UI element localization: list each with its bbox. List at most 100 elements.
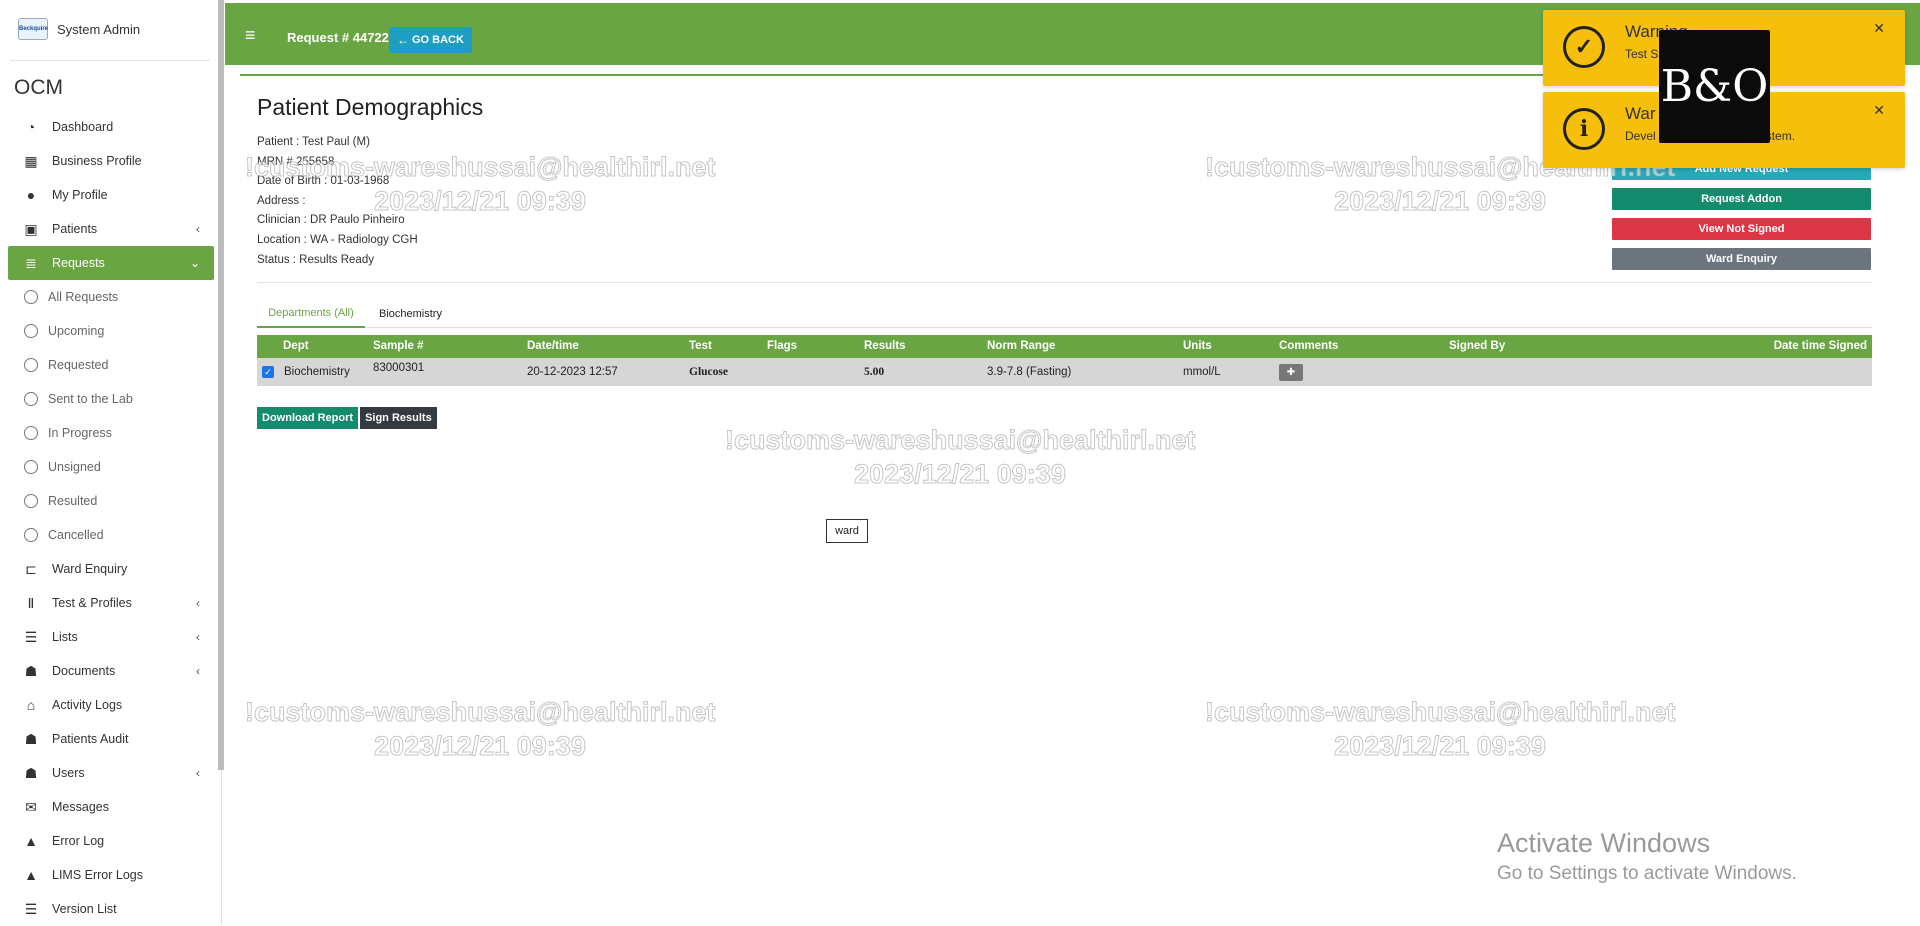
patient-mrn: MRN # 255658 — [257, 155, 335, 168]
user-block[interactable]: Beckquire System Admin — [18, 18, 140, 40]
sidebar-item-ward-enquiry[interactable]: ⊏ Ward Enquiry — [8, 552, 214, 586]
subitem-label: Resulted — [48, 494, 98, 508]
go-back-button[interactable]: ← GO BACK — [389, 27, 472, 53]
user-name: System Admin — [57, 21, 141, 37]
sign-results-button[interactable]: Sign Results — [360, 407, 437, 429]
tab-departments-all[interactable]: Departments (All) — [257, 300, 365, 328]
close-icon[interactable]: ✕ — [1873, 20, 1885, 37]
arrow-left-icon: ← — [397, 33, 409, 47]
chevron-left-icon: ‹ — [196, 596, 200, 610]
sidebar-item-label: Lists — [52, 630, 78, 644]
col-comments[interactable]: Comments — [1279, 335, 1338, 358]
subitem-label: In Progress — [48, 426, 112, 440]
sidebar-item-label: Patients Audit — [52, 732, 129, 746]
test-tubes-icon: Ⅱ — [27, 594, 35, 611]
sidebar-divider — [10, 60, 210, 61]
col-results[interactable]: Results — [864, 335, 906, 358]
col-signed-by[interactable]: Signed By — [1449, 335, 1505, 358]
patient-name: Patient : Test Paul (M) — [257, 136, 370, 148]
col-flags[interactable]: Flags — [767, 335, 797, 358]
table-header: Dept Sample # Date/time Test Flags Resul… — [257, 335, 1872, 358]
cell-test: Glucose — [689, 366, 728, 378]
chevron-left-icon: ‹ — [196, 222, 200, 236]
close-icon[interactable]: ✕ — [1873, 102, 1885, 119]
subitem-label: Cancelled — [48, 528, 104, 542]
patient-location: Location : WA - Radiology CGH — [257, 233, 418, 246]
sidebar-item-users[interactable]: ☗ Users ‹ — [8, 756, 214, 790]
watermark-email: !customs-wareshussai@healthirl.net — [1205, 697, 1676, 728]
col-test[interactable]: Test — [689, 335, 712, 358]
sidebar-item-lims-error-logs[interactable]: ▲ LIMS Error Logs — [8, 858, 214, 892]
toast-message: Test S — [1625, 47, 1659, 61]
sidebar-item-activity-logs[interactable]: ⌂ Activity Logs — [8, 688, 214, 722]
col-dept[interactable]: Dept — [283, 335, 309, 358]
col-units[interactable]: Units — [1183, 335, 1212, 358]
sidebar-subitem-cancelled[interactable]: Cancelled — [8, 518, 214, 552]
watermark-email: !customs-wareshussai@healthirl.net — [245, 697, 716, 728]
ward-tooltip: ward — [826, 519, 868, 543]
sidebar-item-test-profiles[interactable]: Ⅱ Test & Profiles ‹ — [8, 586, 214, 620]
circle-icon — [24, 494, 38, 508]
hamburger-menu-icon[interactable]: ≡ — [245, 25, 256, 46]
sidebar-item-patients[interactable]: ▣ Patients ‹ — [8, 212, 214, 246]
sidebar-item-label: Test & Profiles — [52, 596, 132, 610]
sidebar-item-lists[interactable]: ☰ Lists ‹ — [8, 620, 214, 654]
col-date-signed[interactable]: Date time Signed — [1774, 335, 1867, 358]
request-addon-button[interactable]: Request Addon — [1612, 188, 1871, 210]
sidebar-subitem-in-progress[interactable]: In Progress — [8, 416, 214, 450]
sidebar-item-label: Business Profile — [52, 154, 142, 168]
patient-address: Address : — [257, 194, 306, 207]
subitem-label: Upcoming — [48, 324, 105, 338]
sidebar-scrollbar[interactable] — [218, 0, 224, 770]
sidebar-item-version-list[interactable]: ☰ Version List — [8, 892, 214, 926]
action-buttons: Add New Request Request Addon View Not S… — [1612, 158, 1871, 278]
sidebar-item-messages[interactable]: ✉ Messages — [8, 790, 214, 824]
sidebar-item-business-profile[interactable]: ▦ Business Profile — [8, 144, 214, 178]
sidebar-item-requests[interactable]: ≣ Requests ⌄ — [8, 246, 214, 280]
watermark-date: 2023/12/21 09:39 — [1334, 186, 1547, 217]
envelope-icon: ✉ — [25, 798, 37, 815]
sidebar-subitem-resulted[interactable]: Resulted — [8, 484, 214, 518]
watermark: !customs-wareshussai@healthirl.net 2023/1… — [245, 695, 716, 763]
sidebar-subitem-upcoming[interactable]: Upcoming — [8, 314, 214, 348]
sidebar-subitem-all-requests[interactable]: All Requests — [8, 280, 214, 314]
sidebar-item-patients-audit[interactable]: ☗ Patients Audit — [8, 722, 214, 756]
circle-icon — [24, 324, 38, 338]
sidebar-subitem-unsigned[interactable]: Unsigned — [8, 450, 214, 484]
chevron-left-icon: ‹ — [196, 766, 200, 780]
download-report-button[interactable]: Download Report — [257, 407, 359, 429]
col-norm-range[interactable]: Norm Range — [987, 335, 1055, 358]
col-datetime[interactable]: Date/time — [527, 335, 579, 358]
circle-icon — [24, 290, 38, 304]
tab-biochemistry[interactable]: Biochemistry — [379, 300, 442, 328]
results-table: Dept Sample # Date/time Test Flags Resul… — [257, 335, 1872, 386]
row-checkbox[interactable]: ✓ — [262, 366, 274, 378]
cell-datetime: 20-12-2023 12:57 — [527, 366, 618, 378]
cell-results: 5.00 — [864, 366, 885, 378]
sidebar-item-documents[interactable]: ☗ Documents ‹ — [8, 654, 214, 688]
subitem-label: Sent to the Lab — [48, 392, 133, 406]
subitem-label: Unsigned — [48, 460, 101, 474]
circle-icon — [24, 528, 38, 542]
sidebar-item-error-log[interactable]: ▲ Error Log — [8, 824, 214, 858]
table-row[interactable]: ✓ Biochemistry 83000301 20-12-2023 12:57… — [257, 358, 1872, 386]
cell-units: mmol/L — [1183, 366, 1221, 378]
sidebar-item-label: Dashboard — [52, 120, 114, 134]
sidebar-item-my-profile[interactable]: ● My Profile — [8, 178, 214, 212]
cell-norm-range: 3.9-7.8 (Fasting) — [987, 366, 1072, 378]
ward-enquiry-button[interactable]: Ward Enquiry — [1612, 248, 1871, 270]
sidebar-item-label: LIMS Error Logs — [52, 868, 144, 882]
sidebar-item-label: My Profile — [52, 188, 108, 202]
comment-add-icon[interactable]: ✚ — [1279, 364, 1303, 381]
patient-clinician: Clinician : DR Paulo Pinheiro — [257, 214, 405, 227]
chevron-left-icon: ‹ — [196, 664, 200, 678]
subitem-label: All Requests — [48, 290, 119, 304]
sidebar-subitem-sent-to-lab[interactable]: Sent to the Lab — [8, 382, 214, 416]
view-not-signed-button[interactable]: View Not Signed — [1612, 218, 1871, 240]
activate-title: Activate Windows — [1497, 828, 1711, 858]
sidebar-item-label: Documents — [52, 664, 116, 678]
sidebar-item-dashboard[interactable]: ◔ Dashboard — [8, 110, 214, 144]
activate-windows-notice: Activate Windows Go to Settings to activ… — [1497, 828, 1797, 885]
database-icon: ≣ — [25, 254, 37, 271]
sidebar-subitem-requested[interactable]: Requested — [8, 348, 214, 382]
